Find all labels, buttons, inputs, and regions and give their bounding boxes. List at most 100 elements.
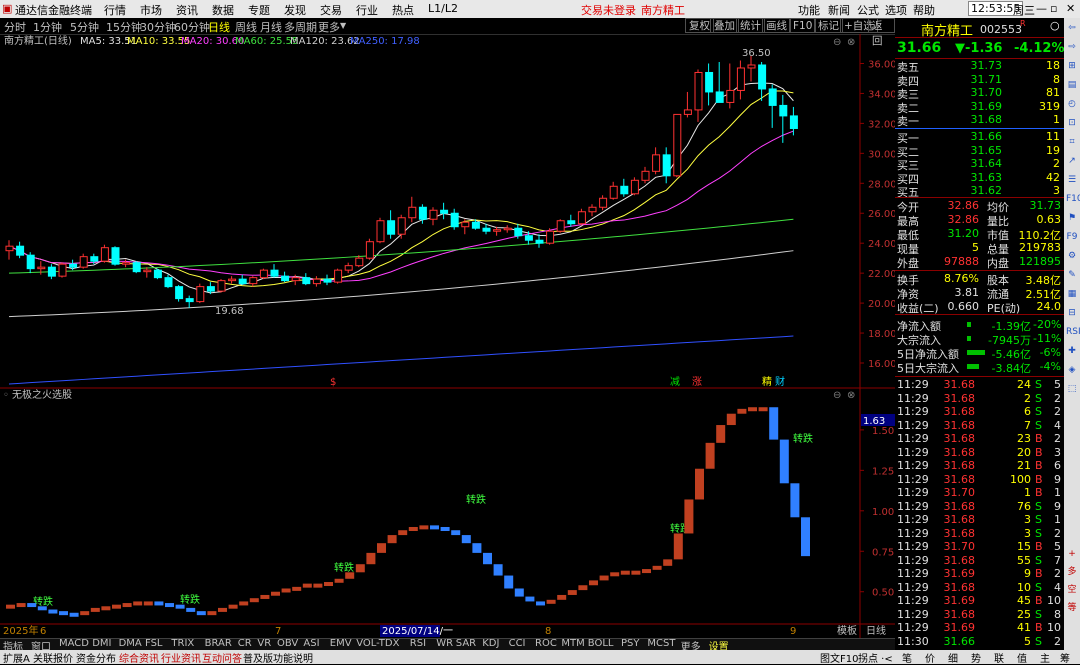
menu-item[interactable]: 专题 <box>248 2 270 18</box>
indicator-tab[interactable]: KDJ <box>482 638 499 649</box>
status-item[interactable]: 关联报价 <box>33 650 73 665</box>
toolbar-icon[interactable]: ✚ <box>1066 345 1078 357</box>
status-tool[interactable]: 笔 <box>902 650 912 665</box>
menu-right-item[interactable]: 功能 <box>798 2 820 18</box>
toolbar-icon[interactable]: ▦ <box>1066 288 1078 300</box>
menu-item[interactable]: 行业 <box>356 2 378 18</box>
indicator-tab[interactable]: OBV <box>277 638 298 649</box>
status-item[interactable]: 综合资讯 <box>119 650 159 665</box>
menu-item[interactable]: 交易 <box>320 2 342 18</box>
indicator-tab[interactable]: MACD <box>59 638 89 649</box>
status-tool[interactable]: 势 <box>971 650 981 665</box>
period-tab-5min[interactable]: 5分钟 <box>70 19 99 35</box>
indicator-collapse-icon[interactable]: ⊖ <box>833 390 841 401</box>
toolbar-icon[interactable]: ⚑ <box>1066 212 1078 224</box>
toolbar-icon[interactable]: ⌗ <box>1066 136 1078 148</box>
mark-button[interactable]: 标记 <box>814 18 843 33</box>
indicator-tab[interactable]: RSI <box>410 638 426 649</box>
trade-status[interactable]: 交易未登录 <box>581 2 636 18</box>
indicator-tab[interactable]: MCST <box>647 638 675 649</box>
toolbar-icon[interactable]: F9 <box>1066 231 1078 243</box>
status-tool[interactable]: 联 <box>994 650 1004 665</box>
close-icon[interactable]: ✕ <box>1066 2 1075 15</box>
toolbar-icon[interactable]: ◈ <box>1066 364 1078 376</box>
menu-right-item[interactable]: 帮助 <box>913 2 935 18</box>
status-tool[interactable]: 主 <box>1040 650 1050 665</box>
status-item[interactable]: 行业资讯 <box>161 650 201 665</box>
side-label[interactable]: 空 <box>1066 584 1078 596</box>
quote-close-icon[interactable]: ○ <box>1050 19 1060 32</box>
period-tab-30min[interactable]: 30分钟 <box>140 19 176 35</box>
toolbar-icon[interactable]: ⊞ <box>1066 60 1078 72</box>
period-tab-multi[interactable]: 多周期 <box>284 19 317 35</box>
period-tab-1min[interactable]: 1分钟 <box>33 19 62 35</box>
indicator-tab[interactable]: PSY <box>621 638 640 649</box>
status-item[interactable]: 扩展A <box>3 650 30 665</box>
toolbar-icon[interactable]: ▤ <box>1066 79 1078 91</box>
indicator-tab[interactable]: WR <box>436 638 453 649</box>
menu-item[interactable]: 热点 <box>392 2 414 18</box>
draw-line-button[interactable]: 画线 <box>762 18 791 33</box>
period-tab-60min[interactable]: 60分钟 <box>174 19 210 35</box>
toolbar-icon[interactable]: RSI <box>1066 326 1080 338</box>
status-tool[interactable]: 价 <box>925 650 935 665</box>
indicator-tab[interactable]: EMV <box>330 638 352 649</box>
side-label[interactable]: 等 <box>1066 602 1078 614</box>
indicator-tab[interactable]: TRIX <box>171 638 194 649</box>
toolbar-icon[interactable]: ⇦ <box>1066 22 1078 34</box>
toolbar-icon[interactable]: F10 <box>1066 193 1080 205</box>
toolbar-icon[interactable]: ↗ <box>1066 155 1078 167</box>
chevron-down-icon[interactable]: ▼ <box>340 21 346 30</box>
statistics-button[interactable]: 统计 <box>736 18 765 33</box>
status-item[interactable]: 资金分布 <box>76 650 116 665</box>
turning-point-link[interactable]: 拐点 ·< <box>858 650 893 665</box>
menu-item[interactable]: 发现 <box>284 2 306 18</box>
indicator-tab[interactable]: BOLL <box>588 638 614 649</box>
side-label[interactable]: 多 <box>1066 566 1078 578</box>
period-tab-fenshi[interactable]: 分时 <box>4 19 26 35</box>
toolbar-icon[interactable]: ⚙ <box>1066 250 1078 262</box>
indicator-tab[interactable]: VR <box>257 638 271 649</box>
menu-right-item[interactable]: 新闻 <box>828 2 850 18</box>
indicator-tab[interactable]: MTM <box>561 638 584 649</box>
indicator-tab[interactable]: ASI <box>303 638 319 649</box>
indicator-tab[interactable]: DMA <box>119 638 142 649</box>
period-tab-15min[interactable]: 15分钟 <box>106 19 142 35</box>
toolbar-icon[interactable]: ⬚ <box>1066 383 1078 395</box>
chart-close-icon[interactable]: ⊗ <box>847 37 855 48</box>
indicator-tab[interactable]: SAR <box>456 638 476 649</box>
f10-graphic-link[interactable]: 图文F10 <box>820 650 858 665</box>
kline-chart[interactable]: 南方精工(日线) MA5: 33.51 MA10: 33.55 MA20: 30… <box>0 34 895 638</box>
status-item[interactable]: 普及版功能说明 <box>243 650 313 665</box>
template-label[interactable]: 模板 <box>837 624 857 637</box>
indicator-close-icon[interactable]: ⊗ <box>847 390 855 401</box>
period-tab-more[interactable]: 更多 <box>318 19 340 35</box>
status-tool[interactable]: 细 <box>948 650 958 665</box>
status-tool[interactable]: 筹 <box>1060 650 1070 665</box>
indicator-tab[interactable]: ROC <box>535 638 557 649</box>
period-tab-daily[interactable]: 日线 <box>208 19 230 35</box>
toolbar-icon[interactable]: ☰ <box>1066 174 1078 186</box>
indicator-tab[interactable]: FSL <box>145 638 163 649</box>
maximize-icon[interactable]: ▫ <box>1050 2 1057 15</box>
indicator-tab[interactable]: BRAR <box>205 638 232 649</box>
indicator-settings-icon[interactable]: ◦ <box>3 390 9 401</box>
menu-item[interactable]: 市场 <box>140 2 162 18</box>
chart-collapse-icon[interactable]: ⊖ <box>833 37 841 48</box>
menu-item[interactable]: 资讯 <box>176 2 198 18</box>
status-tool[interactable]: 值 <box>1017 650 1027 665</box>
indicator-tab[interactable]: DMI <box>92 638 111 649</box>
indicator-tab[interactable]: CCI <box>509 638 526 649</box>
menu-item[interactable]: L1/L2 <box>428 2 458 15</box>
period-tab-weekly[interactable]: 周线 <box>235 19 257 35</box>
toolbar-icon[interactable]: ◴ <box>1066 98 1078 110</box>
indicator-tab[interactable]: CR <box>238 638 252 649</box>
side-label[interactable]: + <box>1066 548 1078 560</box>
f10-button[interactable]: F10 <box>789 18 817 33</box>
menu-right-item[interactable]: 选项 <box>885 2 907 18</box>
toolbar-icon[interactable]: ⊡ <box>1066 117 1078 129</box>
back-button[interactable]: 返回 <box>868 18 895 47</box>
toolbar-icon[interactable]: ⊟ <box>1066 307 1078 319</box>
minimize-icon[interactable]: — <box>1036 2 1047 15</box>
toolbar-icon[interactable]: ✎ <box>1066 269 1078 281</box>
